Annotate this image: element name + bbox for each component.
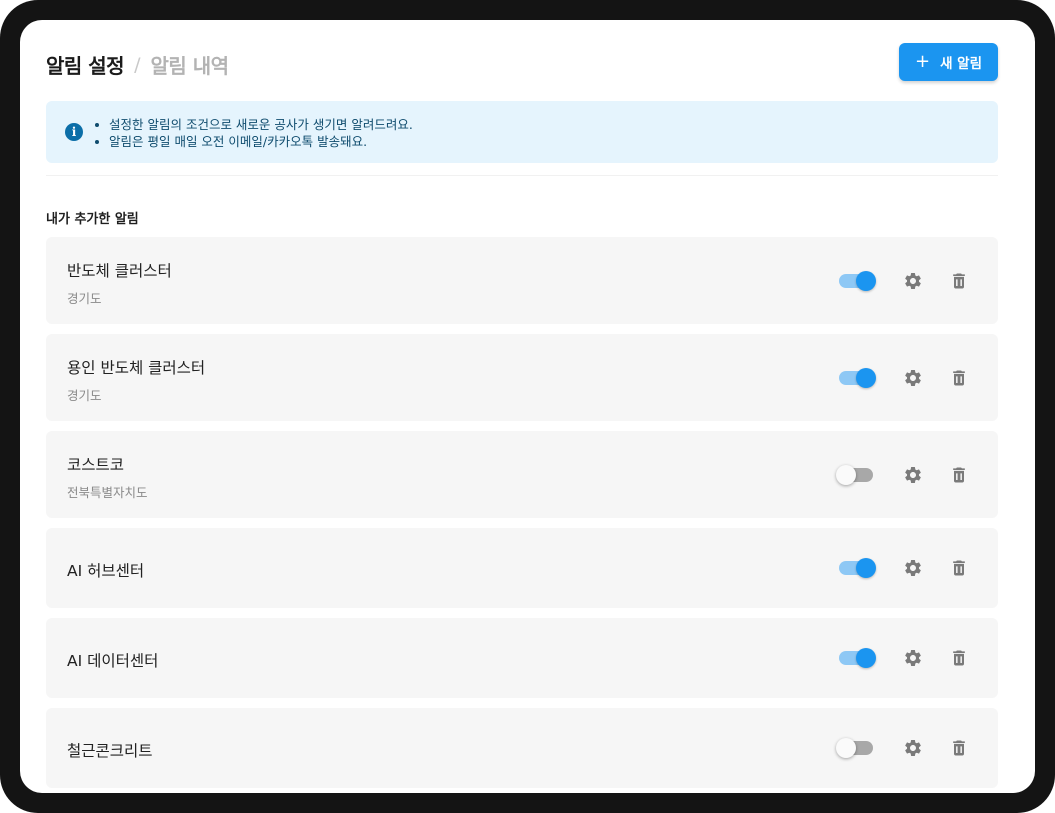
gear-icon[interactable] <box>903 648 923 668</box>
page-title: 알림 설정 <box>46 54 125 78</box>
gear-icon[interactable] <box>903 368 923 388</box>
gear-icon[interactable] <box>903 465 923 485</box>
trash-icon[interactable] <box>949 558 969 578</box>
divider <box>46 175 998 176</box>
info-line: 설정한 알림의 조건으로 새로운 공사가 생기면 알려드려요. <box>94 116 413 133</box>
trash-icon[interactable] <box>949 368 969 388</box>
gear-icon[interactable] <box>903 738 923 758</box>
toggle-knob <box>836 465 856 485</box>
toggle-knob <box>856 368 876 388</box>
toggle-knob <box>856 648 876 668</box>
alert-name: 코스트코 <box>67 456 125 474</box>
trash-icon[interactable] <box>949 648 969 668</box>
alert-toggle[interactable] <box>836 736 876 760</box>
alert-card[interactable]: 철근콘크리트 <box>46 708 998 788</box>
alert-name: 철근콘크리트 <box>67 742 153 760</box>
tab-alert-history[interactable]: 알림 내역 <box>150 50 229 79</box>
info-banner: i 설정한 알림의 조건으로 새로운 공사가 생기면 알려드려요. 알림은 평일… <box>46 101 998 163</box>
alert-card[interactable]: 용인 반도체 클러스터경기도 <box>46 334 998 421</box>
gear-icon[interactable] <box>903 271 923 291</box>
alert-settings-page: 알림 설정 / 알림 내역 + 새 알림 i 설정한 알림의 조건으로 새로운 … <box>46 20 998 793</box>
alert-name: AI 허브센터 <box>67 562 145 580</box>
toggle-knob <box>836 738 856 758</box>
alert-toggle[interactable] <box>838 646 876 670</box>
alert-name: 용인 반도체 클러스터 <box>67 359 206 377</box>
alert-region: 전북특별자치도 <box>67 485 148 500</box>
alert-region: 경기도 <box>67 291 102 306</box>
new-alert-label: 새 알림 <box>940 56 983 72</box>
trash-icon[interactable] <box>949 271 969 291</box>
plus-icon: + <box>914 51 931 72</box>
info-list: 설정한 알림의 조건으로 새로운 공사가 생기면 알려드려요. 알림은 평일 매… <box>94 116 413 150</box>
trash-icon[interactable] <box>949 465 969 485</box>
alert-region: 경기도 <box>67 388 102 403</box>
info-line: 알림은 평일 매일 오전 이메일/카카오톡 발송돼요. <box>94 133 413 150</box>
alert-toggle[interactable] <box>836 463 876 487</box>
alert-toggle[interactable] <box>838 269 876 293</box>
title-separator: / <box>134 53 141 76</box>
screen: 알림 설정 / 알림 내역 + 새 알림 i 설정한 알림의 조건으로 새로운 … <box>20 20 1035 793</box>
title-row: 알림 설정 / 알림 내역 <box>46 50 229 79</box>
toggle-knob <box>856 558 876 578</box>
alert-name: 반도체 클러스터 <box>67 262 172 280</box>
alert-name: AI 데이터센터 <box>67 652 159 670</box>
device-frame: 알림 설정 / 알림 내역 + 새 알림 i 설정한 알림의 조건으로 새로운 … <box>0 0 1055 813</box>
info-icon: i <box>65 123 83 141</box>
new-alert-button[interactable]: + 새 알림 <box>899 43 998 81</box>
alert-card[interactable]: AI 데이터센터 <box>46 618 998 698</box>
alert-toggle[interactable] <box>838 366 876 390</box>
trash-icon[interactable] <box>949 738 969 758</box>
alert-card[interactable]: 반도체 클러스터경기도 <box>46 237 998 324</box>
alert-card[interactable]: 코스트코전북특별자치도 <box>46 431 998 518</box>
alert-toggle[interactable] <box>838 556 876 580</box>
toggle-knob <box>856 271 876 291</box>
section-label: 내가 추가한 알림 <box>46 212 139 227</box>
gear-icon[interactable] <box>903 558 923 578</box>
page-header: 알림 설정 / 알림 내역 + 새 알림 <box>46 43 998 83</box>
alert-card[interactable]: AI 허브센터 <box>46 528 998 608</box>
